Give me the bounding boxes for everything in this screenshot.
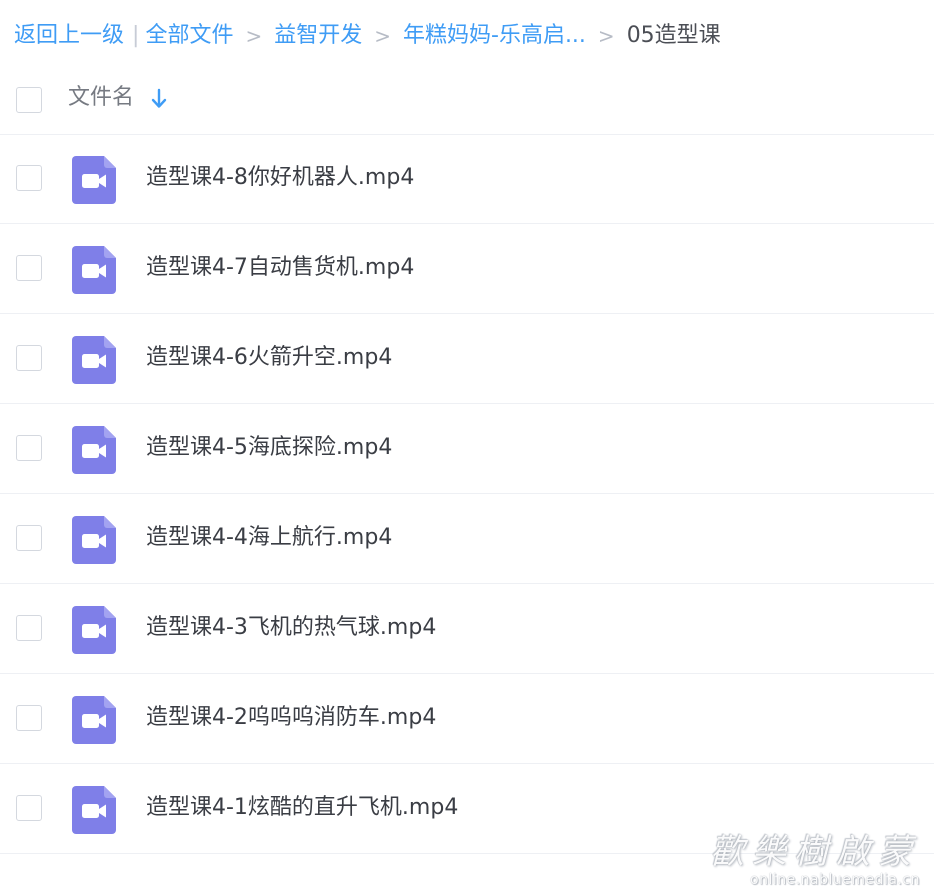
video-file-icon: [72, 426, 116, 474]
file-name[interactable]: 造型课4-1炫酷的直升飞机.mp4: [146, 791, 458, 825]
file-checkbox[interactable]: [16, 705, 42, 731]
video-file-icon: [72, 336, 116, 384]
file-row[interactable]: 造型课4-2呜呜呜消防车.mp4: [0, 674, 934, 764]
file-name[interactable]: 造型课4-5海底探险.mp4: [146, 431, 392, 465]
file-name[interactable]: 造型课4-6火箭升空.mp4: [146, 341, 392, 375]
breadcrumb-divider: |: [132, 23, 140, 48]
file-checkbox[interactable]: [16, 345, 42, 371]
file-name[interactable]: 造型课4-7自动售货机.mp4: [146, 251, 414, 285]
file-name[interactable]: 造型课4-8你好机器人.mp4: [146, 161, 414, 195]
breadcrumb: 返回上一级 | 全部文件 > 益智开发 > 年糕妈妈-乐高启... > 05造型…: [14, 18, 721, 54]
file-name[interactable]: 造型课4-3飞机的热气球.mp4: [146, 611, 436, 645]
video-file-icon: [72, 516, 116, 564]
file-row[interactable]: 造型课4-4海上航行.mp4: [0, 494, 934, 584]
file-checkbox[interactable]: [16, 615, 42, 641]
breadcrumb-separator: >: [245, 24, 263, 48]
file-checkbox[interactable]: [16, 255, 42, 281]
file-name[interactable]: 造型课4-4海上航行.mp4: [146, 521, 392, 555]
breadcrumb-separator: >: [374, 24, 391, 48]
back-link[interactable]: 返回上一级: [14, 18, 124, 54]
file-checkbox[interactable]: [16, 795, 42, 821]
file-name[interactable]: 造型课4-2呜呜呜消防车.mp4: [146, 701, 436, 735]
file-row[interactable]: 造型课4-3飞机的热气球.mp4: [0, 584, 934, 674]
file-checkbox[interactable]: [16, 165, 42, 191]
filename-column-header[interactable]: 文件名: [68, 81, 134, 115]
file-row[interactable]: 造型课4-6火箭升空.mp4: [0, 314, 934, 404]
breadcrumb-item-all-files[interactable]: 全部文件: [145, 18, 233, 54]
video-file-icon: [72, 246, 116, 294]
breadcrumb-item-lego[interactable]: 年糕妈妈-乐高启...: [403, 18, 586, 54]
file-row[interactable]: 造型课4-8你好机器人.mp4: [0, 134, 934, 224]
breadcrumb-current: 05造型课: [626, 23, 721, 48]
video-file-icon: [72, 156, 116, 204]
file-row[interactable]: 造型课4-1炫酷的直升飞机.mp4: [0, 764, 934, 854]
video-file-icon: [72, 786, 116, 834]
breadcrumb-item-puzzle[interactable]: 益智开发: [274, 18, 362, 54]
arrow-down-icon[interactable]: [150, 88, 168, 110]
file-browser: 返回上一级 | 全部文件 > 益智开发 > 年糕妈妈-乐高启... > 05造型…: [0, 0, 934, 896]
video-file-icon: [72, 696, 116, 744]
select-all-checkbox[interactable]: [16, 87, 42, 113]
file-checkbox[interactable]: [16, 525, 42, 551]
watermark-url: online.nabluemedia.cn: [750, 872, 920, 888]
list-header: 文件名: [0, 66, 934, 135]
breadcrumb-separator: >: [597, 24, 615, 48]
file-list: 造型课4-8你好机器人.mp4 造型课4-7自动售货机.mp4 造型课4-6火箭…: [0, 134, 934, 854]
file-checkbox[interactable]: [16, 435, 42, 461]
file-row[interactable]: 造型课4-7自动售货机.mp4: [0, 224, 934, 314]
file-row[interactable]: 造型课4-5海底探险.mp4: [0, 404, 934, 494]
video-file-icon: [72, 606, 116, 654]
